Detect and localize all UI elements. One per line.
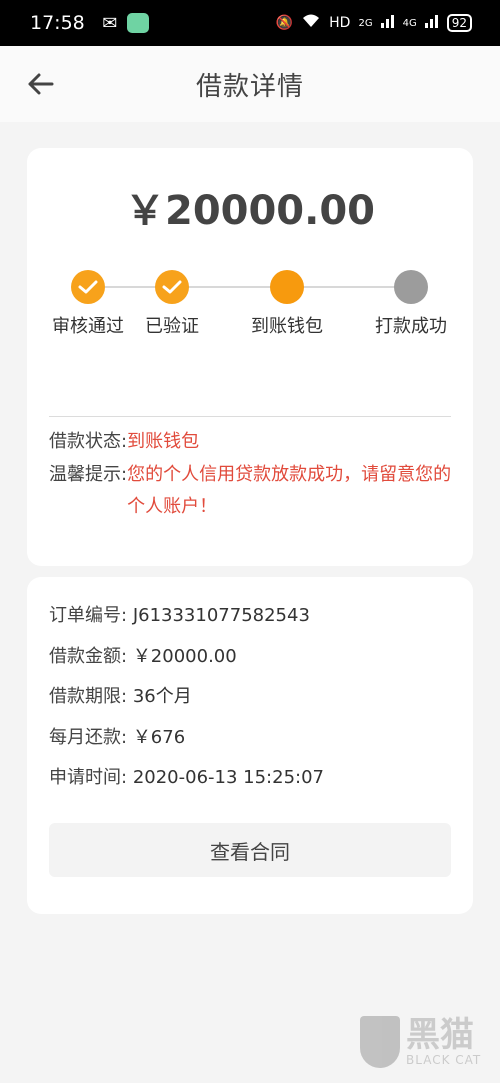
signal-2-icon xyxy=(424,14,439,32)
progress-steps: 审核通过 已验证 到账钱包 打款成功 xyxy=(27,268,473,338)
tip-row: 温馨提示: 您的个人信用贷款放款成功，请留意您的个人账户！ xyxy=(49,459,459,523)
network-type: HD xyxy=(329,15,351,31)
loan-amount-value: ￥20000.00 xyxy=(132,646,237,667)
apply-time-value: 2020-06-13 15:25:07 xyxy=(132,767,324,788)
watermark-en: BLACK CAT xyxy=(406,1053,482,1067)
status-bar: 17:58 ✉ 🔕 HD 2G 4G 92 xyxy=(0,0,500,46)
loan-term-value: 36个月 xyxy=(132,686,192,707)
view-contract-button[interactable]: 查看合同 xyxy=(49,823,451,877)
signal-1-label: 2G xyxy=(358,17,373,29)
step-3-label: 到账钱包 xyxy=(251,316,323,337)
loan-amount-label: 借款金额: xyxy=(49,646,128,667)
tip-label: 温馨提示: xyxy=(49,464,128,485)
step-3-current-dot xyxy=(270,270,304,304)
watermark-cn: 黑猫 xyxy=(406,1015,474,1055)
loan-term-row: 借款期限: 36个月 xyxy=(49,682,192,708)
loan-amount: ￥20000.00 xyxy=(124,188,376,234)
monthly-payment-value: ￥676 xyxy=(132,727,186,748)
loan-status-card: ￥20000.00 审核通过 已验证 到账钱包 打款成功 借款状态: 到账钱包 … xyxy=(27,148,473,566)
divider xyxy=(49,416,451,417)
loan-status-row: 借款状态: 到账钱包 xyxy=(49,426,199,458)
progress-line xyxy=(105,286,395,288)
order-number-label: 订单编号: xyxy=(49,605,128,626)
step-4-pending-dot xyxy=(394,270,428,304)
wechat-notification-icon: ✉ xyxy=(102,12,118,34)
message-notification-icon xyxy=(126,13,149,33)
wifi-icon xyxy=(301,13,321,33)
step-2-check-icon xyxy=(155,270,189,304)
arrow-left-icon xyxy=(28,73,54,95)
monthly-payment-row: 每月还款: ￥676 xyxy=(49,723,185,749)
page-title: 借款详情 xyxy=(195,71,304,102)
loan-details-card: 订单编号: J613331077582543 借款金额: ￥20000.00 借… xyxy=(27,577,473,914)
cat-shield-icon xyxy=(360,1016,400,1068)
watermark-logo: 黑猫 BLACK CAT xyxy=(360,1009,490,1075)
step-4-label: 打款成功 xyxy=(375,316,447,337)
step-1-check-icon xyxy=(71,270,105,304)
nav-bar: 借款详情 xyxy=(0,46,500,122)
order-number-row: 订单编号: J613331077582543 xyxy=(49,601,310,627)
signal-1-icon xyxy=(380,14,395,32)
step-1-label: 审核通过 xyxy=(52,316,124,337)
status-time: 17:58 xyxy=(30,12,85,34)
step-2-label: 已验证 xyxy=(145,316,199,337)
loan-status-value: 到账钱包 xyxy=(127,431,200,452)
apply-time-label: 申请时间: xyxy=(49,767,128,788)
status-indicators: 🔕 HD 2G 4G 92 xyxy=(276,13,472,33)
loan-status-label: 借款状态: xyxy=(49,431,128,452)
back-button[interactable] xyxy=(22,66,58,102)
mute-icon: 🔕 xyxy=(275,15,294,31)
battery-icon: 92 xyxy=(446,14,472,32)
loan-amount-row: 借款金额: ￥20000.00 xyxy=(49,642,237,668)
monthly-payment-label: 每月还款: xyxy=(49,727,128,748)
tip-value: 您的个人信用贷款放款成功，请留意您的个人账户！ xyxy=(127,464,452,517)
loan-term-label: 借款期限: xyxy=(49,686,128,707)
apply-time-row: 申请时间: 2020-06-13 15:25:07 xyxy=(49,763,324,789)
order-number-value: J613331077582543 xyxy=(132,605,310,626)
signal-2-label: 4G xyxy=(402,17,417,29)
